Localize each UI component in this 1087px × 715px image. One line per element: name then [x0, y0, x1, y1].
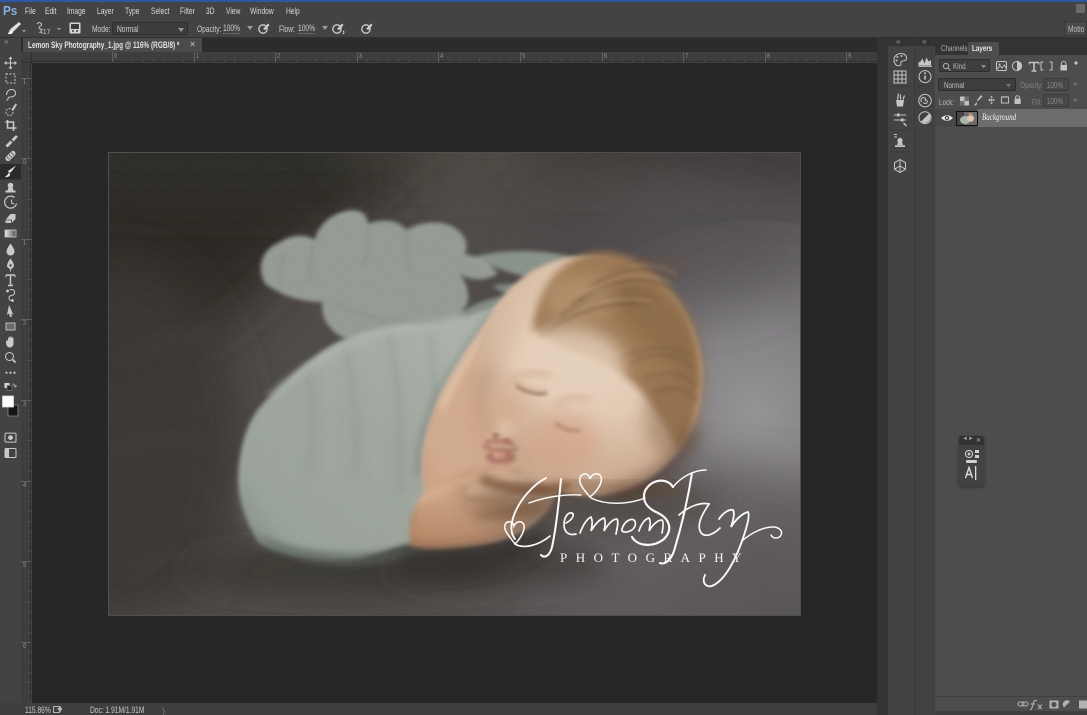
- svg-text:Ps: Ps: [3, 3, 17, 18]
- svg-text:417: 417: [39, 29, 50, 36]
- svg-text:PHOTOGRAPHY: PHOTOGRAPHY: [560, 550, 750, 565]
